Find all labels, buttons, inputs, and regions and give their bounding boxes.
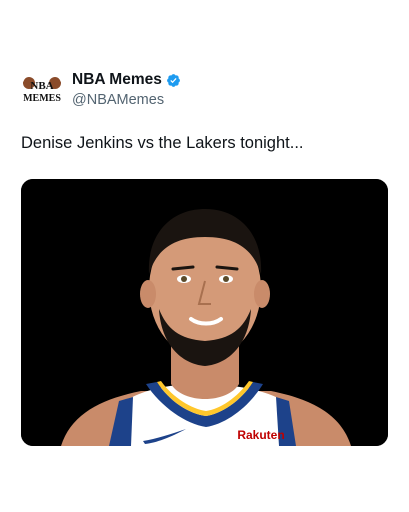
jersey-sponsor-text: Rakuten [237, 428, 284, 442]
tweet-header: NBA MEMES NBA Memes @NBAMemes [21, 70, 181, 112]
verified-badge-icon [166, 73, 181, 88]
display-name-row: NBA Memes [72, 71, 181, 89]
logo-text-bottom: MEMES [23, 93, 61, 104]
logo-text-top: NBA [30, 80, 53, 92]
avatar[interactable]: NBA MEMES [21, 70, 63, 112]
author-names: NBA Memes @NBAMemes [72, 71, 181, 108]
tweet-card: NBA MEMES NBA Memes @NBAMemes Denise Jen… [0, 0, 409, 512]
tweet-media[interactable]: Rakuten [21, 179, 388, 446]
handle[interactable]: @NBAMemes [72, 93, 181, 108]
nba-memes-logo-icon: NBA MEMES [21, 70, 63, 112]
player-photo: Rakuten [21, 179, 388, 446]
tweet-text: Denise Jenkins vs the Lakers tonight... [21, 134, 304, 152]
display-name[interactable]: NBA Memes [72, 72, 162, 88]
